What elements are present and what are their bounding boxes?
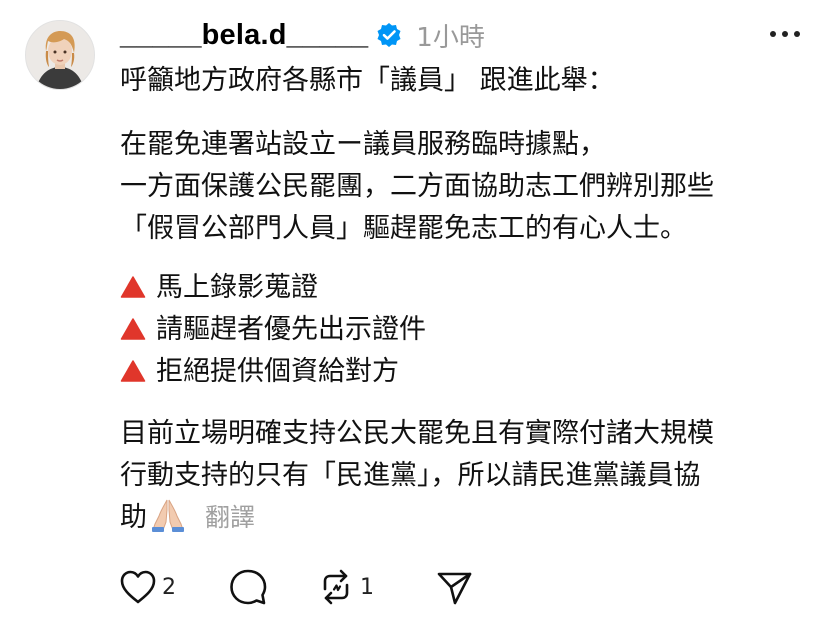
share-icon xyxy=(437,572,472,605)
avatar-image xyxy=(26,21,94,89)
post-timestamp: 1小時 xyxy=(416,22,485,53)
red-triangle-icon xyxy=(120,276,146,298)
more-options-button[interactable] xyxy=(770,22,800,46)
red-triangle-icon xyxy=(120,318,146,340)
bullet-text: 馬上錄影蒐證 xyxy=(156,272,318,303)
comment-icon xyxy=(230,569,267,605)
post-text: 助 xyxy=(120,502,147,533)
repost-button[interactable]: 1 xyxy=(316,567,434,607)
bullet-text: 拒絕提供個資給對方 xyxy=(156,356,399,387)
thread-post: _____bela.d_____ 1小時 呼籲地方政府各縣市「議員」 跟進此舉：… xyxy=(0,0,828,629)
heart-icon xyxy=(120,570,156,604)
post-actions: 2 1 xyxy=(118,565,474,609)
post-paragraph: 目前立場明確支持公民大罷免且有實際付諸大規模 行動支持的只有「民進黨」，所以請民… xyxy=(120,413,714,539)
verified-badge-icon xyxy=(376,22,402,48)
repost-count: 1 xyxy=(360,574,374,600)
bullet-list: 馬上錄影蒐證 請驅趕者優先出示證件 拒絕提供個資給對方 xyxy=(120,267,426,393)
folded-hands-emoji xyxy=(152,499,184,532)
post-text-line-last: 助 翻譯 xyxy=(120,497,714,539)
more-icon xyxy=(770,31,776,37)
post-text-line: 呼籲地方政府各縣市「議員」 跟進此舉： xyxy=(120,65,615,96)
like-count: 2 xyxy=(162,574,176,600)
post-text-line: 目前立場明確支持公民大罷免且有實際付諸大規模 xyxy=(120,418,714,449)
bullet-text: 請驅趕者優先出示證件 xyxy=(156,314,426,345)
translate-link[interactable]: 翻譯 xyxy=(205,503,255,532)
post-text-line: 「假冒公部門人員」驅趕罷免志工的有心人士。 xyxy=(120,213,687,244)
post-paragraph: 在罷免連署站設立ー議員服務臨時據點， 一方面保護公民罷團，二方面協助志工們辨別那… xyxy=(120,124,714,250)
post-text-line: 一方面保護公民罷團，二方面協助志工們辨別那些 xyxy=(120,171,714,202)
bullet-item: 請驅趕者優先出示證件 xyxy=(120,309,426,351)
share-button[interactable] xyxy=(434,567,474,607)
bullet-item: 馬上錄影蒐證 xyxy=(120,267,426,309)
post-text-line: 行動支持的只有「民進黨」，所以請民進黨議員協 xyxy=(120,460,701,491)
more-icon-dot xyxy=(782,31,788,37)
bullet-item: 拒絕提供個資給對方 xyxy=(120,351,426,393)
like-button[interactable]: 2 xyxy=(118,568,228,606)
comment-button[interactable] xyxy=(228,567,316,607)
post-paragraph: 呼籲地方政府各縣市「議員」 跟進此舉： xyxy=(120,60,615,102)
repost-icon xyxy=(323,569,349,605)
username[interactable]: _____bela.d_____ xyxy=(120,19,368,52)
red-triangle-icon xyxy=(120,360,146,382)
post-header: _____bela.d_____ 1小時 xyxy=(120,14,485,56)
avatar[interactable] xyxy=(25,20,95,90)
post-text-line: 在罷免連署站設立ー議員服務臨時據點， xyxy=(120,129,606,160)
more-icon-dot xyxy=(794,31,800,37)
